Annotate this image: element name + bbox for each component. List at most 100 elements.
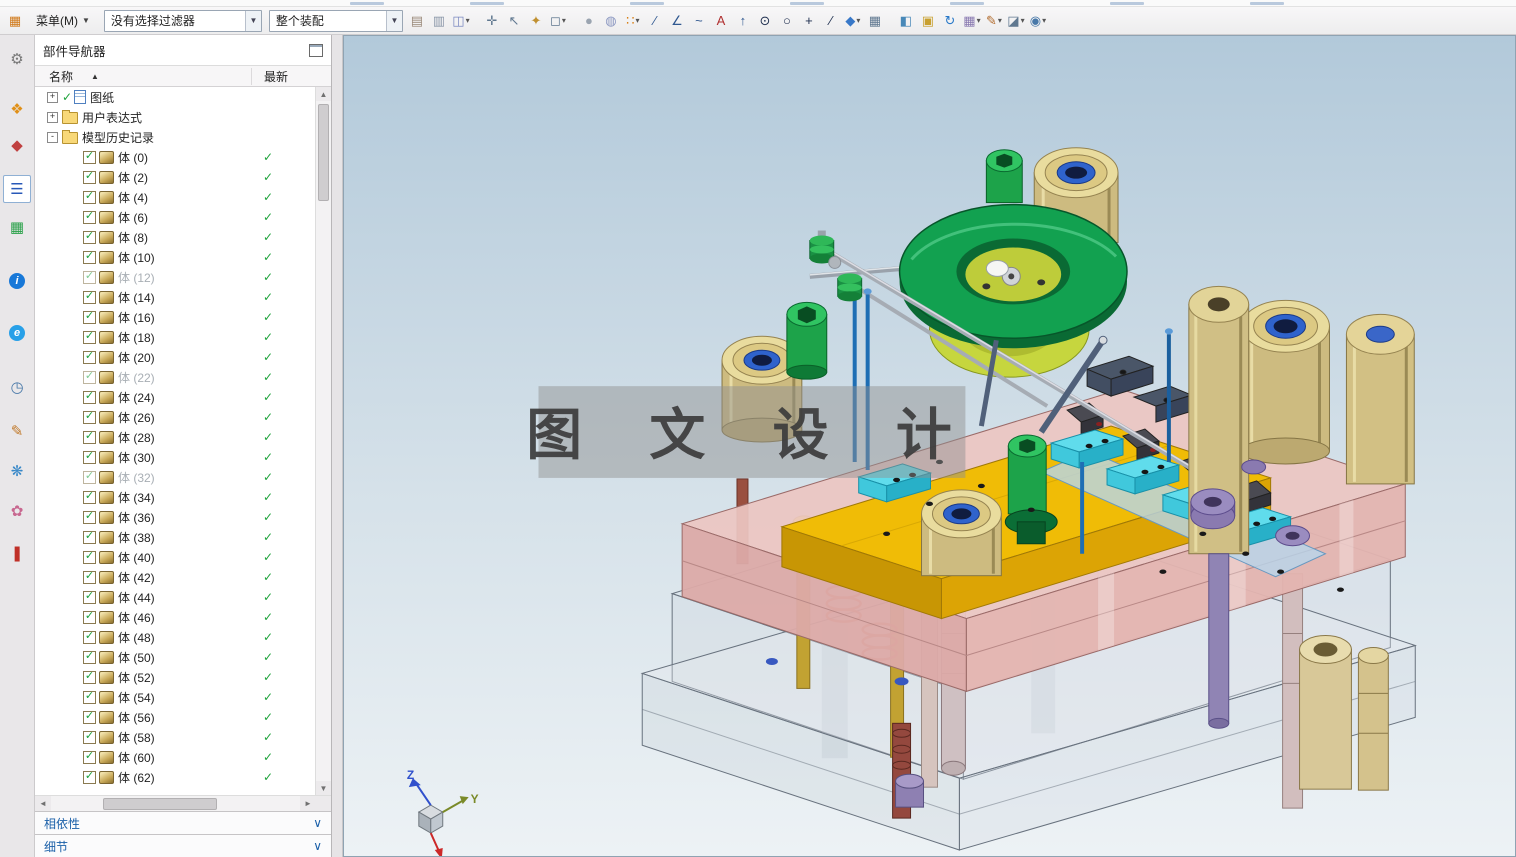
tree-expander[interactable]: - [47,131,58,143]
checkbox[interactable]: ✓ [83,650,96,664]
tree-body-row[interactable]: ✓ 体 (26) ✓ [35,407,316,427]
point-on-curve-icon[interactable]: ↑ [732,10,754,32]
marquee-select-icon[interactable]: ◻ ▾ [547,10,569,32]
graphics-window[interactable]: 图 文 设 计 Z Y X [343,35,1516,857]
tree-body-row[interactable]: ✓ 体 (34) ✓ [35,487,316,507]
sketch-tool-icon[interactable]: ✎ ▾ [983,10,1005,32]
tree-body-row[interactable]: ✓ 体 (52) ✓ [35,667,316,687]
shaded-ball-icon[interactable]: ● [578,10,600,32]
checkbox[interactable]: ✓ [83,230,96,244]
grid-display-icon[interactable]: ▦ ▾ [961,10,983,32]
reuse-library-icon[interactable]: ▦ [3,213,31,241]
part-navigator-icon[interactable]: ☰ [3,175,31,203]
visual-reports-icon[interactable]: ✎ [3,417,31,445]
info-icon[interactable]: i [3,267,31,295]
column-latest[interactable]: 最新 [251,67,331,85]
select-cursor-icon[interactable]: ✛ [481,10,503,32]
scrollbar-track[interactable] [316,101,331,781]
undock-icon[interactable] [309,43,323,57]
tree-body-row[interactable]: ✓ 体 (12) ✓ [35,267,316,287]
tree-body-row[interactable]: ✓ 体 (20) ✓ [35,347,316,367]
tree-body-row[interactable]: ✓ 体 (14) ✓ [35,287,316,307]
checkbox[interactable]: ✓ [83,530,96,544]
selection-filter-dropdown[interactable]: 没有选择过滤器 ▼ [103,9,262,32]
tree-body-row[interactable]: ✓ 体 (48) ✓ [35,627,316,647]
intersection-snap-icon[interactable]: ⊙ [754,10,776,32]
tree-folder-row[interactable]: + ✓ 图纸 [35,87,316,107]
checkbox[interactable]: ✓ [83,590,96,604]
tree-body-row[interactable]: ✓ 体 (6) ✓ [35,207,316,227]
tree-body-row[interactable]: ✓ 体 (4) ✓ [35,187,316,207]
endpoint-snap-icon[interactable]: ∕ [644,10,666,32]
tree-body-row[interactable]: ✓ 体 (50) ✓ [35,647,316,667]
checkbox[interactable]: ✓ [83,310,96,324]
tree-body-row[interactable]: ✓ 体 (32) ✓ [35,467,316,487]
checkbox[interactable]: ✓ [83,150,96,164]
checkbox[interactable]: ✓ [83,670,96,684]
assembly-navigator-icon[interactable]: ❖ [3,95,31,123]
text-note-icon[interactable]: A [710,10,732,32]
tree-body-row[interactable]: ✓ 体 (42) ✓ [35,567,316,587]
checkbox[interactable]: ✓ [83,350,96,364]
panel-splitter[interactable] [332,35,343,857]
details-panel-header[interactable]: 细节 ∨ [35,834,331,857]
tree-body-row[interactable]: ✓ 体 (0) ✓ [35,147,316,167]
checkbox[interactable]: ✓ [83,210,96,224]
refresh-icon[interactable]: ↻ [939,10,961,32]
tree-body-row[interactable]: ✓ 体 (18) ✓ [35,327,316,347]
checkbox[interactable]: ✓ [83,610,96,624]
tree-body-row[interactable]: ✓ 体 (38) ✓ [35,527,316,547]
paste-icon[interactable]: ▥ [428,10,450,32]
scroll-up-icon[interactable]: ▲ [316,87,331,101]
checkbox[interactable]: ✓ [83,410,96,424]
touch-mode-icon[interactable]: ▤ [406,10,428,32]
count-table-icon[interactable]: ▦ [864,10,886,32]
selection-scope-dropdown[interactable]: 整个装配 ▼ [268,9,403,32]
checkbox[interactable]: ✓ [83,390,96,404]
window-icon[interactable]: ▣ [917,10,939,32]
scroll-right-icon[interactable]: ► [300,796,316,811]
tree-body-row[interactable]: ✓ 体 (60) ✓ [35,747,316,767]
checkbox[interactable]: ✓ [83,710,96,724]
solid-display-icon[interactable]: ◪ ▾ [1005,10,1027,32]
tree-body-row[interactable]: ✓ 体 (54) ✓ [35,687,316,707]
column-name[interactable]: 名称 ▲ [35,68,251,85]
nx-app-icon[interactable]: ▦ [4,10,26,32]
checkbox[interactable]: ✓ [83,290,96,304]
tree-body-row[interactable]: ✓ 体 (58) ✓ [35,727,316,747]
internet-browser-icon[interactable]: e [3,319,31,347]
tree-body-row[interactable]: ✓ 体 (2) ✓ [35,167,316,187]
plus-snap-icon[interactable]: + [798,10,820,32]
scroll-left-icon[interactable]: ◄ [35,796,51,811]
tree-body-row[interactable]: ✓ 体 (22) ✓ [35,367,316,387]
tree-body-row[interactable]: ✓ 体 (8) ✓ [35,227,316,247]
scrollbar-thumb[interactable] [318,104,329,201]
tree-body-row[interactable]: ✓ 体 (46) ✓ [35,607,316,627]
curve-snap-icon[interactable]: ~ [688,10,710,32]
tree-body-row[interactable]: ✓ 体 (30) ✓ [35,447,316,467]
render-style-icon[interactable]: ◉ ▾ [1027,10,1049,32]
checkbox[interactable]: ✓ [83,510,96,524]
checkbox[interactable]: ✓ [83,690,96,704]
tree-body-row[interactable]: ✓ 体 (40) ✓ [35,547,316,567]
checkbox[interactable]: ✓ [83,770,96,784]
tree-body-row[interactable]: ✓ 体 (36) ✓ [35,507,316,527]
checkbox[interactable]: ✓ [83,170,96,184]
horizontal-scrollbar[interactable]: ◄ ► [35,795,331,811]
tree-folder-row[interactable]: + 用户表达式 [35,107,316,127]
tree-body-row[interactable]: ✓ 体 (10) ✓ [35,247,316,267]
checkbox[interactable]: ✓ [83,250,96,264]
circle-center-snap-icon[interactable]: ○ [776,10,798,32]
process-studio-icon[interactable]: ❋ [3,457,31,485]
gear-icon[interactable]: ⚙ [3,45,31,73]
constraint-navigator-icon[interactable]: ◆ [3,131,31,159]
midpoint-snap-icon[interactable]: ∠ [666,10,688,32]
checkbox[interactable]: ✓ [83,450,96,464]
checkbox[interactable]: ✓ [83,570,96,584]
tree-body-row[interactable]: ✓ 体 (62) ✓ [35,767,316,787]
menu-button[interactable]: 菜单(M) ▼ [29,8,97,34]
pick-arrow-icon[interactable]: ↖ [503,10,525,32]
tree-expander[interactable]: + [47,111,58,123]
slash-snap-icon[interactable]: ∕ [820,10,842,32]
checkbox[interactable]: ✓ [83,190,96,204]
